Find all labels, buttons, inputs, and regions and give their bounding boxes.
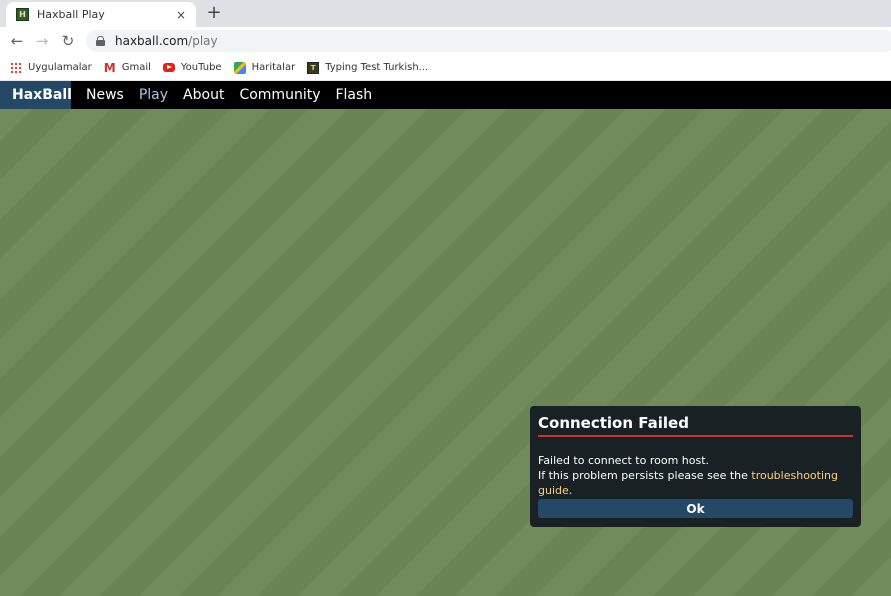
- dialog-line-2-prefix: If this problem persists please see the: [538, 469, 752, 482]
- connection-failed-dialog: Connection Failed Failed to connect to r…: [530, 406, 861, 527]
- nav-link-about[interactable]: About: [183, 87, 224, 103]
- ok-button[interactable]: Ok: [538, 499, 853, 518]
- dialog-line-2: If this problem persists please see the …: [538, 468, 853, 498]
- new-tab-button[interactable]: +: [204, 3, 224, 23]
- browser-toolbar: ← → ↻ haxball.com/play: [0, 27, 891, 55]
- bookmark-maps[interactable]: Haritalar: [233, 61, 296, 74]
- bookmark-label: Gmail: [121, 62, 151, 73]
- reload-icon[interactable]: ↻: [58, 31, 78, 51]
- bookmark-gmail[interactable]: M Gmail: [104, 62, 151, 74]
- url-host: haxball.com: [115, 34, 189, 48]
- bookmarks-bar: Uygulamalar M Gmail YouTube Haritalar T …: [0, 55, 891, 81]
- bookmark-label: Typing Test Turkish...: [325, 62, 429, 73]
- nav-link-community[interactable]: Community: [239, 87, 320, 103]
- tab-title: Haxball Play: [37, 8, 105, 21]
- typing-test-icon: T: [307, 61, 320, 74]
- close-tab-icon[interactable]: ×: [174, 8, 188, 22]
- site-nav: HaxBall News Play About Community Flash: [0, 81, 891, 109]
- nav-link-flash[interactable]: Flash: [335, 87, 372, 103]
- dialog-line-2-suffix: .: [568, 484, 573, 497]
- nav-link-news[interactable]: News: [86, 87, 124, 103]
- nav-link-play[interactable]: Play: [139, 87, 168, 103]
- bookmark-typing-test[interactable]: T Typing Test Turkish...: [307, 61, 429, 74]
- apps-grid-icon: [10, 61, 22, 74]
- bookmark-youtube[interactable]: YouTube: [162, 62, 222, 73]
- back-arrow-icon[interactable]: ←: [7, 31, 27, 51]
- bookmark-label: Uygulamalar: [28, 62, 92, 73]
- dialog-line-1: Failed to connect to room host.: [538, 454, 710, 467]
- dialog-title: Connection Failed: [538, 414, 853, 437]
- browser-tab[interactable]: H Haxball Play ×: [6, 2, 196, 27]
- address-bar[interactable]: haxball.com/play: [86, 30, 891, 52]
- url-path: /play: [188, 34, 218, 48]
- bookmark-label: YouTube: [180, 62, 222, 73]
- gmail-icon: M: [103, 60, 116, 75]
- tab-strip: H Haxball Play × +: [0, 0, 891, 27]
- youtube-icon: [162, 63, 175, 72]
- bookmark-apps[interactable]: Uygulamalar: [10, 61, 92, 74]
- haxball-logo[interactable]: HaxBall: [0, 81, 72, 109]
- forward-arrow-icon[interactable]: →: [32, 31, 52, 51]
- dialog-message: Failed to connect to room host. If this …: [538, 453, 853, 498]
- haxball-favicon-icon: H: [16, 8, 29, 21]
- bookmark-label: Haritalar: [251, 62, 296, 73]
- maps-icon: [233, 61, 246, 74]
- lock-icon: [96, 36, 105, 46]
